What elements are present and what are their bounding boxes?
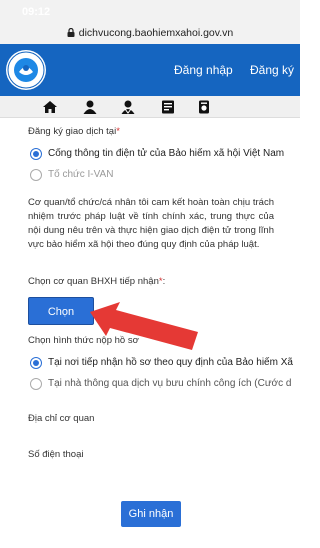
register-at-label: Đăng ký giao dịch tại* xyxy=(28,126,120,137)
status-time: 09:12 xyxy=(22,6,51,18)
status-bar: 09:12 xyxy=(0,0,300,24)
site-header: Đăng nhập Đăng ký xyxy=(0,44,300,96)
registration-form: Đăng ký giao dịch tại* Cổng thông tin đi… xyxy=(28,118,300,548)
support-user-icon[interactable] xyxy=(120,99,136,115)
agency-label: Chọn cơ quan BHXH tiếp nhận*: xyxy=(28,276,166,287)
radio-at-office[interactable] xyxy=(30,357,42,369)
submit-method-label: Chọn hình thức nộp hồ sơ xyxy=(28,335,139,346)
user-icon[interactable] xyxy=(82,99,98,115)
radio-ivan[interactable] xyxy=(30,169,42,181)
document-icon[interactable] xyxy=(160,99,176,115)
red-arrow-annotation xyxy=(90,302,198,350)
login-link[interactable]: Đăng nhập xyxy=(174,63,233,77)
lock-icon xyxy=(67,28,75,37)
phone-label: Số điện thoại xyxy=(28,449,84,460)
radio-portal[interactable] xyxy=(30,148,42,160)
choose-agency-button[interactable]: Chọn xyxy=(28,297,94,325)
url-text: dichvucong.baohiemxahoi.gov.vn xyxy=(78,27,234,39)
bhxh-logo xyxy=(6,50,46,90)
option-at-office[interactable]: Tại nơi tiếp nhận hồ sơ theo quy định củ… xyxy=(48,357,300,368)
option-portal[interactable]: Cổng thông tin điện tử của Bảo hiểm xã h… xyxy=(48,148,300,159)
home-icon[interactable] xyxy=(42,99,58,115)
radio-by-post[interactable] xyxy=(30,378,42,390)
option-by-post[interactable]: Tại nhà thông qua dịch vụ bưu chính công… xyxy=(48,378,300,389)
agency-address-label: Địa chỉ cơ quan xyxy=(28,413,95,424)
register-link[interactable]: Đăng ký xyxy=(250,63,294,77)
info-icon[interactable] xyxy=(196,99,212,115)
icon-toolbar xyxy=(0,96,300,118)
address-bar[interactable]: dichvucong.baohiemxahoi.gov.vn xyxy=(0,24,300,44)
commitment-text: Cơ quan/tổ chức/cá nhân tôi cam kết hoàn… xyxy=(28,197,274,250)
option-ivan[interactable]: Tổ chức I-VAN xyxy=(48,169,113,180)
submit-button[interactable]: Ghi nhận xyxy=(121,501,181,527)
